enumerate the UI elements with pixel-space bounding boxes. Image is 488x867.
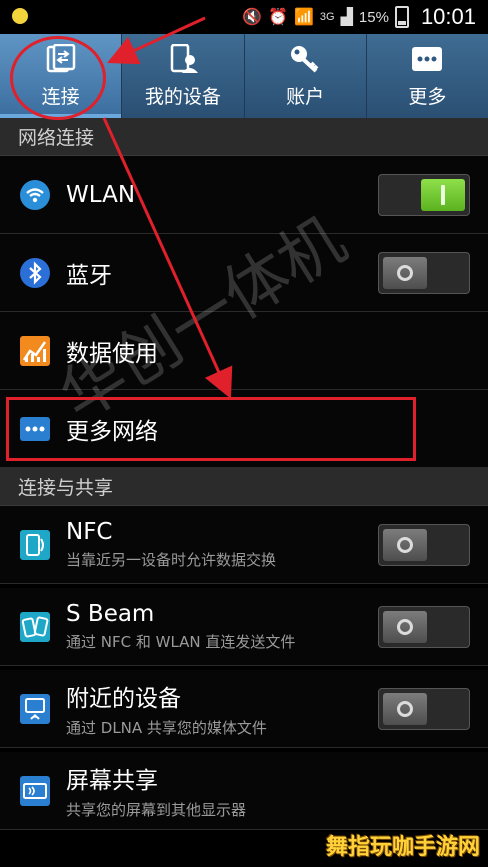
toggle-knob [421,178,465,211]
my-device-icon [165,43,201,74]
setting-row-nearby-devices[interactable]: 附近的设备 通过 DLNA 共享您的媒体文件 [0,670,488,748]
clock: 10:01 [420,4,476,29]
more-networks-icon [18,412,52,446]
nfc-icon [18,528,52,562]
row-subtitle: 当靠近另一设备时允许数据交换 [66,551,277,569]
screen-mirroring-icon [18,774,52,808]
row-title: NFC [66,519,113,545]
network-type: 3G [319,11,335,23]
toggle-knob [383,528,427,561]
row-subtitle: 共享您的屏幕到其他显示器 [66,801,247,819]
setting-row-wlan[interactable]: WLAN [0,156,488,234]
mute-icon: 🔇 [242,9,263,26]
alarm-icon: ⏰ [268,9,288,26]
section-header-share: 连接与共享 [0,468,488,506]
nearby-devices-toggle[interactable] [378,687,470,730]
cell-signal-icon: ▟ [340,9,353,26]
row-title: WLAN [66,181,136,208]
key-icon [287,44,323,74]
row-subtitle: 通过 NFC 和 WLAN 直连发送文件 [66,633,296,651]
wlan-toggle[interactable] [378,173,470,216]
notification-dot-icon [12,8,28,24]
s-beam-toggle[interactable] [378,605,470,648]
row-title: S Beam [66,601,155,627]
tab-connections[interactable]: 连接 [0,34,123,118]
status-bar: 🔇 ⏰ 📶 3G ▟ 15% 10:01 [0,0,488,34]
tab-more[interactable]: 更多 [367,34,488,118]
s-beam-icon [18,610,52,644]
wifi-icon [18,178,52,212]
battery-icon [394,6,409,28]
toggle-knob [383,256,427,289]
site-watermark: 舞指玩咖手游网 [325,835,480,860]
tab-label: 账户 [286,85,325,108]
tab-accounts[interactable]: 账户 [245,34,367,118]
setting-row-s-beam[interactable]: S Beam 通过 NFC 和 WLAN 直连发送文件 [0,588,488,666]
bluetooth-icon [18,256,52,290]
connection-icon [43,43,79,74]
setting-row-screen-mirroring[interactable]: 屏幕共享 共享您的屏幕到其他显示器 [0,752,488,830]
section-header-network: 网络连接 [0,118,488,156]
row-subtitle: 通过 DLNA 共享您的媒体文件 [66,719,267,737]
toggle-knob [383,692,427,725]
setting-row-nfc[interactable]: NFC 当靠近另一设备时允许数据交换 [0,506,488,584]
tab-label: 更多 [408,85,447,108]
more-dots-icon [409,44,445,74]
row-title: 屏幕共享 [66,768,158,794]
nfc-toggle[interactable] [378,523,470,566]
settings-tab-bar: 连接 我的设备 账户 更多 [0,34,488,118]
row-title: 附近的设备 [66,686,181,712]
bluetooth-toggle[interactable] [378,251,470,294]
row-title: 蓝牙 [66,262,112,289]
nearby-devices-icon [18,692,52,726]
tab-label: 连接 [41,85,80,108]
battery-percent: 15% [358,8,389,26]
tab-my-device[interactable]: 我的设备 [122,34,245,118]
tab-label: 我的设备 [144,85,221,108]
wifi-signal-icon: 📶 [293,9,314,26]
toggle-knob [383,610,427,643]
status-icons: 🔇 ⏰ 📶 3G ▟ 15% 10:01 [242,0,476,34]
